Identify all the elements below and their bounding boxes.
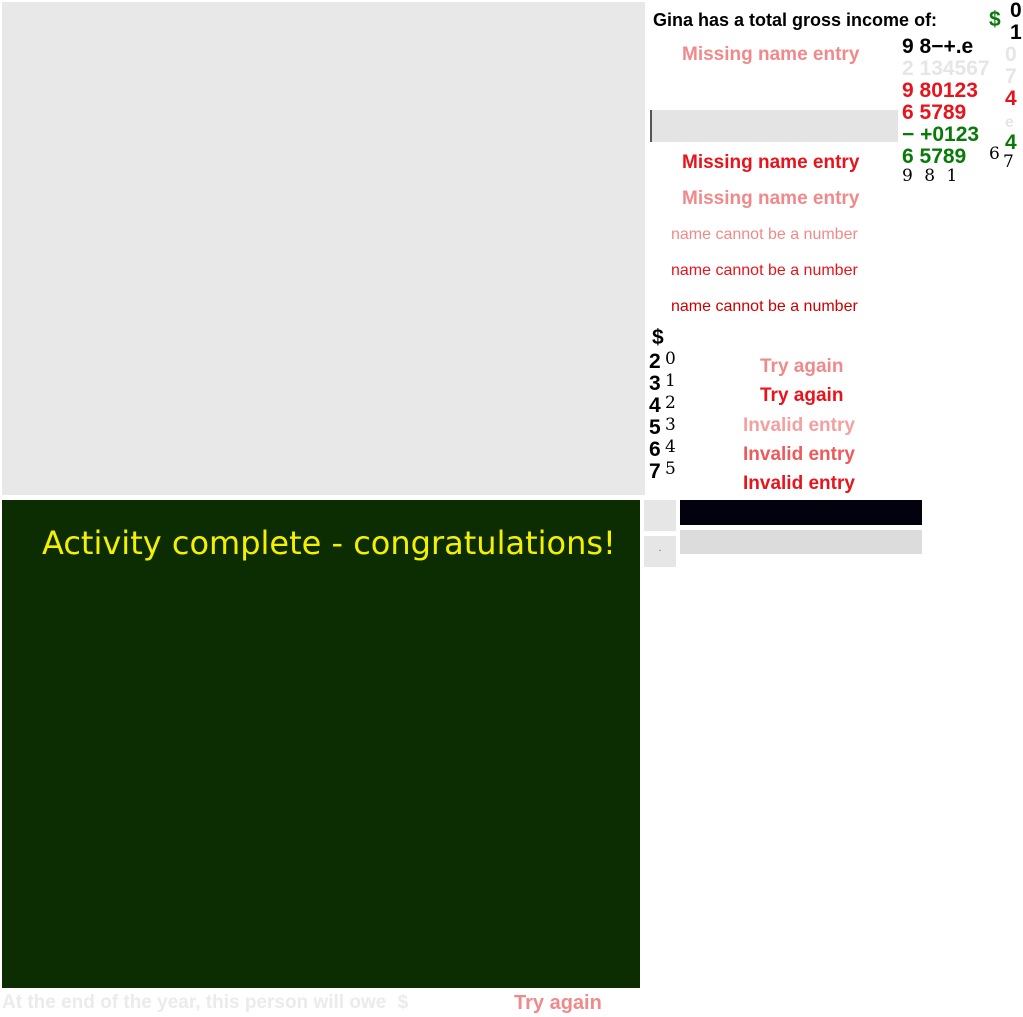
amount-serif-digit[interactable]: 2 (665, 393, 676, 413)
activity-complete-message: Activity complete - congratulations! (42, 524, 616, 562)
amount-serif-digit[interactable]: 1 (665, 371, 676, 391)
owe-question: At the end of the year, this person will… (2, 992, 408, 1014)
missing-name-error-3: Missing name entry (682, 188, 860, 209)
missing-name-error-2: Missing name entry (682, 152, 860, 173)
amount-currency-sign: $ (652, 326, 664, 349)
name-input[interactable] (650, 110, 898, 142)
invalid-entry-feedback-2: Invalid entry (743, 444, 855, 465)
keypad-row-operators[interactable]: 9 8−+.e (902, 36, 973, 58)
keypad-serif-981: 9 8 1 (902, 166, 958, 186)
keypad-row-red-1: 9 80123 (902, 79, 978, 102)
keypad-row-grey: 2 134567 (902, 57, 990, 80)
keypad-green-digit-4: 4 (1005, 131, 1017, 154)
work-area-panel (2, 2, 645, 495)
invalid-entry-feedback-3: Invalid entry (743, 473, 855, 494)
keypad-red-digit-4: 4 (1005, 87, 1017, 110)
name-number-error-1: name cannot be a number (671, 226, 858, 243)
answer-bar-dark[interactable] (680, 500, 922, 525)
amount-digit[interactable]: 6 (649, 439, 661, 461)
invalid-entry-feedback-1: Invalid entry (743, 415, 855, 436)
amount-serif-digit[interactable]: 4 (665, 437, 676, 457)
amount-digit[interactable]: 4 (649, 395, 661, 417)
try-again-feedback-2: Try again (760, 385, 844, 406)
income-question-text: Gina has a total gross income of: (653, 10, 938, 30)
small-button-1[interactable] (644, 500, 676, 531)
income-currency-sign: $ (989, 8, 1001, 31)
keypad-grey-digit-7: 7 (1005, 65, 1017, 88)
small-button-2[interactable]: . (644, 536, 676, 567)
missing-name-error-1: Missing name entry (682, 44, 860, 65)
keypad-serif-7: 7 (1003, 152, 1014, 172)
owe-currency-sign: $ (397, 992, 409, 1013)
amount-serif-digit[interactable]: 5 (665, 459, 676, 479)
keypad-digit-1[interactable]: 1 (1010, 22, 1022, 44)
keypad-serif-6: 6 (989, 144, 1000, 164)
owe-try-again-feedback: Try again (514, 992, 602, 1014)
keypad-digit-0[interactable]: 0 (1010, 0, 1022, 22)
amount-digit[interactable]: 2 (649, 351, 661, 373)
amount-digit[interactable]: 5 (649, 417, 661, 439)
keypad-row-green-1: − +0123 (902, 123, 980, 146)
keypad-row-green-2: 6 5789 (902, 145, 967, 168)
owe-question-text: At the end of the year, this person will… (2, 992, 387, 1013)
amount-digit[interactable]: 7 (649, 461, 661, 483)
keypad-grey-digit-0: 0 (1005, 43, 1017, 66)
name-number-error-2: name cannot be a number (671, 262, 858, 279)
amount-serif-digit[interactable]: 3 (665, 415, 676, 435)
amount-digit[interactable]: 3 (649, 373, 661, 395)
amount-serif-digit[interactable]: 0 (665, 349, 676, 369)
activity-complete-panel (2, 500, 640, 988)
try-again-feedback-1: Try again (760, 356, 844, 377)
name-number-error-3: name cannot be a number (671, 298, 858, 315)
answer-bar-light[interactable] (680, 530, 922, 554)
keypad-row-red-2: 6 5789 (902, 101, 967, 124)
income-question: Gina has a total gross income of: (653, 10, 937, 31)
